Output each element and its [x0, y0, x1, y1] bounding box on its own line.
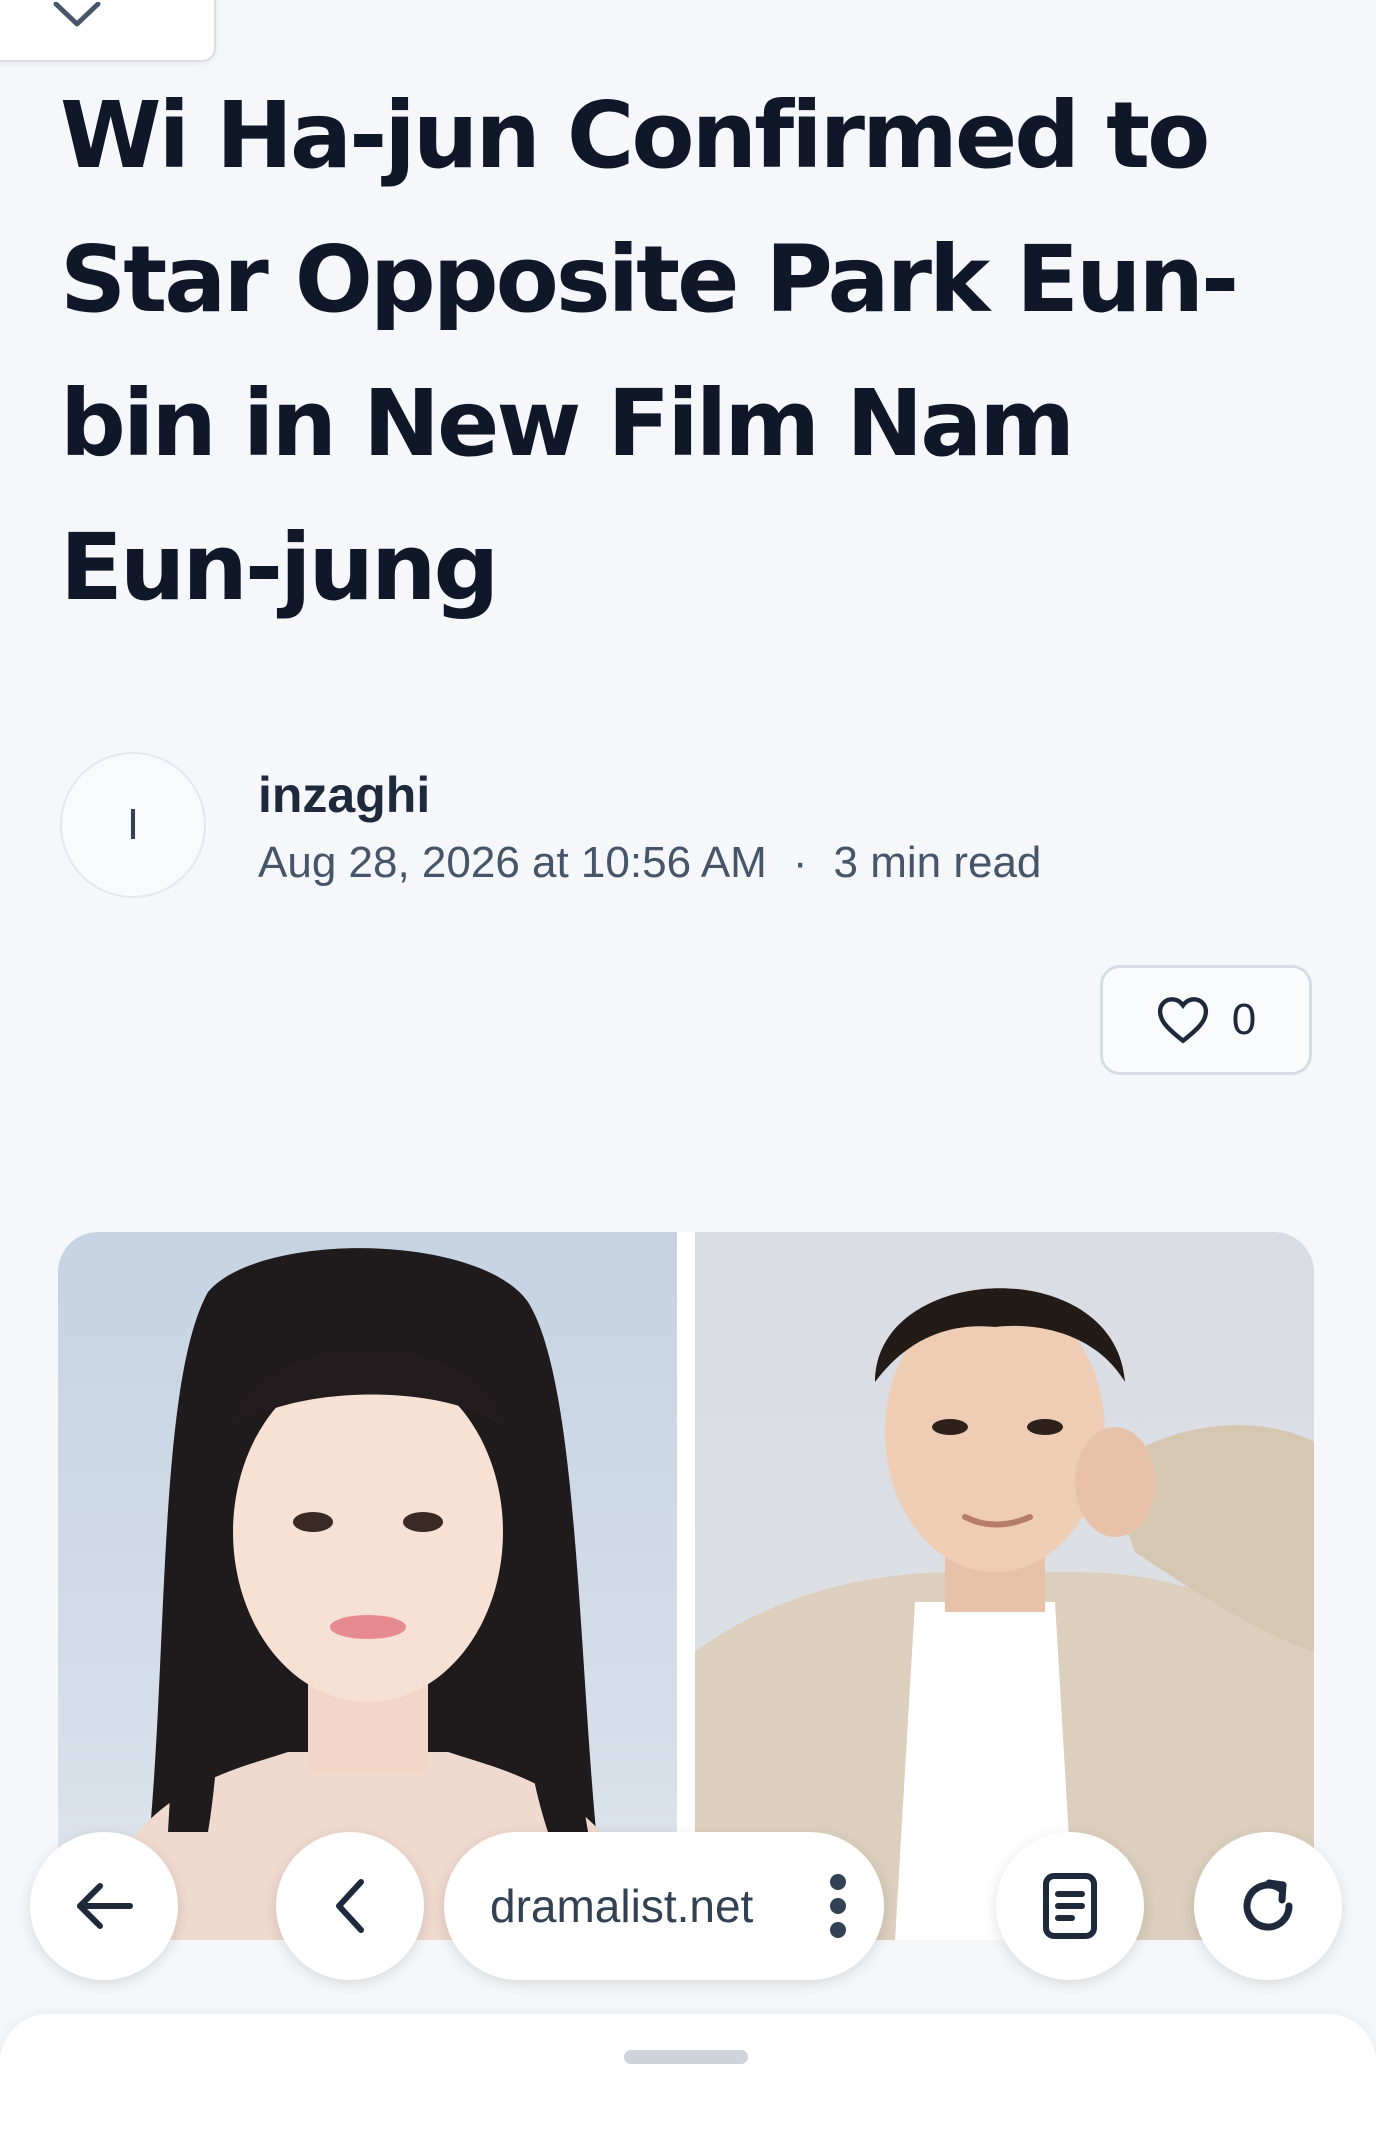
heart-icon [1157, 997, 1208, 1044]
meta-separator: · [792, 838, 808, 887]
like-button[interactable]: 0 [1100, 965, 1312, 1075]
url-bar[interactable]: dramalist.net [444, 1832, 884, 1980]
dropdown-toggle[interactable] [0, 0, 216, 62]
read-time: 3 min read [833, 838, 1042, 887]
kebab-menu-icon[interactable] [828, 1872, 848, 1940]
reload-icon [1243, 1879, 1293, 1931]
author-name[interactable]: inzaghi [258, 766, 430, 824]
author-info: I inzaghi Aug 28, 2026 at 10:56 AM · 3 min… [60, 752, 1320, 902]
like-count: 0 [1231, 995, 1257, 1044]
previous-page-button[interactable] [276, 1832, 424, 1980]
reader-mode-button[interactable] [996, 1832, 1144, 1980]
back-button[interactable] [30, 1832, 178, 1980]
avatar[interactable]: I [60, 752, 206, 898]
reload-button[interactable] [1194, 1832, 1342, 1980]
sheet-drag-handle[interactable] [624, 2050, 748, 2064]
arrow-left-icon [77, 1883, 133, 1929]
bottom-sheet[interactable] [0, 2014, 1376, 2154]
url-text: dramalist.net [490, 1880, 754, 1932]
document-icon [1043, 1873, 1097, 1939]
chevron-left-icon [336, 1879, 364, 1933]
publish-date: Aug 28, 2026 at 10:56 AM [258, 838, 767, 887]
chevron-down-icon [53, 2, 101, 27]
article-title: Wi Ha-jun Confirmed to Star Opposite Par… [60, 82, 1239, 621]
article-meta: Aug 28, 2026 at 10:56 AM · 3 min read [258, 838, 1041, 888]
